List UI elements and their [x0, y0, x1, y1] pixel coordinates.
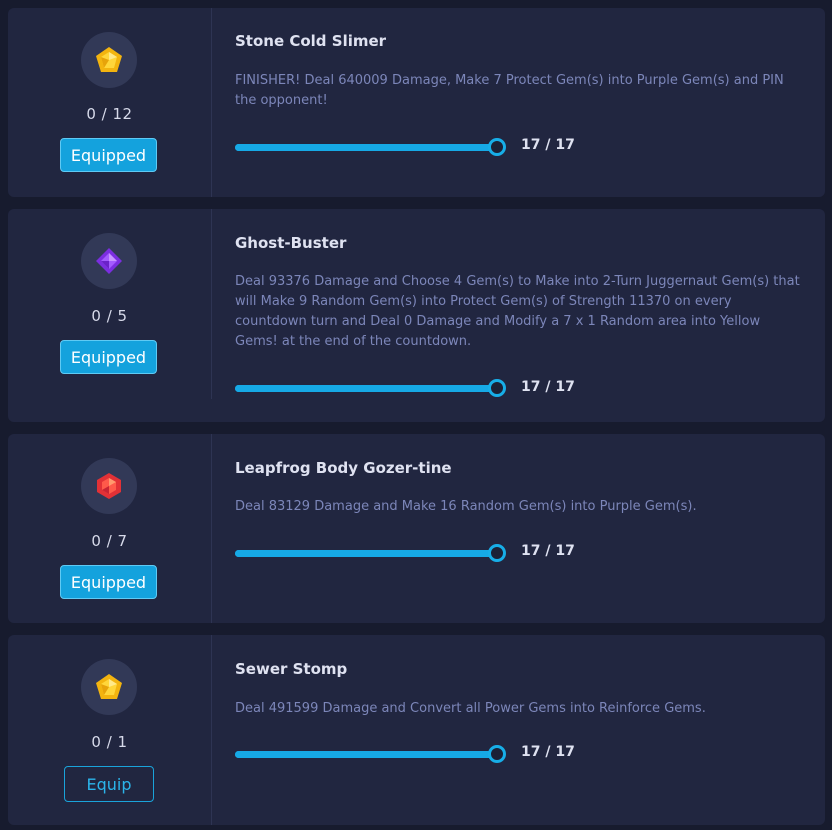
level-slider[interactable]	[235, 138, 506, 156]
skill-card: 0 / 1 Equip Sewer Stomp Deal 491599 Dama…	[8, 635, 825, 825]
skill-title: Ghost-Buster	[235, 234, 347, 252]
equip-button[interactable]: Equip	[64, 766, 154, 802]
slider-thumb[interactable]	[488, 138, 506, 156]
slider-fill	[235, 550, 497, 557]
skill-description: FINISHER! Deal 640009 Damage, Make 7 Pro…	[235, 73, 784, 108]
level-readout: 17 / 17	[521, 379, 575, 395]
skill-title: Stone Cold Slimer	[235, 32, 387, 50]
skill-count: 0 / 5	[91, 307, 128, 325]
skill-card: 0 / 5 Equipped Ghost-Buster Deal 93376 D…	[8, 209, 825, 422]
gem-badge	[81, 458, 137, 514]
slider-fill	[235, 751, 497, 758]
equipped-button[interactable]: Equipped	[60, 138, 157, 172]
level-readout: 17 / 17	[521, 543, 575, 559]
yellow-gem-icon	[96, 674, 122, 699]
gem-badge	[81, 233, 137, 289]
equipped-button[interactable]: Equipped	[60, 340, 157, 374]
skill-card: 0 / 7 Equipped Leapfrog Body Gozer-tine …	[8, 434, 825, 623]
skill-card-left-panel: 0 / 1 Equip	[8, 635, 212, 825]
slider-thumb[interactable]	[488, 745, 506, 763]
purple-gem-icon	[96, 248, 122, 274]
skill-card: 0 / 12 Equipped Stone Cold Slimer FINISH…	[8, 8, 825, 197]
skill-description: Deal 83129 Damage and Make 16 Random Gem…	[235, 499, 697, 514]
skill-title: Leapfrog Body Gozer-tine	[235, 459, 452, 477]
skill-description: Deal 491599 Damage and Convert all Power…	[235, 701, 706, 716]
gem-badge	[81, 659, 137, 715]
slider-fill	[235, 144, 497, 151]
gem-badge	[81, 32, 137, 88]
skill-count: 0 / 1	[91, 733, 128, 751]
level-slider[interactable]	[235, 745, 506, 763]
level-readout: 17 / 17	[521, 137, 575, 153]
red-gem-icon	[97, 473, 121, 499]
level-slider[interactable]	[235, 544, 506, 562]
skill-card-left-panel: 0 / 12 Equipped	[8, 8, 212, 197]
skill-title: Sewer Stomp	[235, 660, 348, 678]
slider-thumb[interactable]	[488, 379, 506, 397]
skill-description: Deal 93376 Damage and Choose 4 Gem(s) to…	[235, 274, 800, 349]
skill-card-left-panel: 0 / 5 Equipped	[8, 209, 212, 399]
level-slider[interactable]	[235, 379, 506, 397]
slider-fill	[235, 385, 497, 392]
skill-count: 0 / 7	[91, 532, 128, 550]
yellow-gem-icon	[96, 47, 122, 72]
level-readout: 17 / 17	[521, 744, 575, 760]
slider-thumb[interactable]	[488, 544, 506, 562]
skill-card-left-panel: 0 / 7 Equipped	[8, 434, 212, 623]
equipped-button[interactable]: Equipped	[60, 565, 157, 599]
skill-count: 0 / 12	[86, 105, 133, 123]
